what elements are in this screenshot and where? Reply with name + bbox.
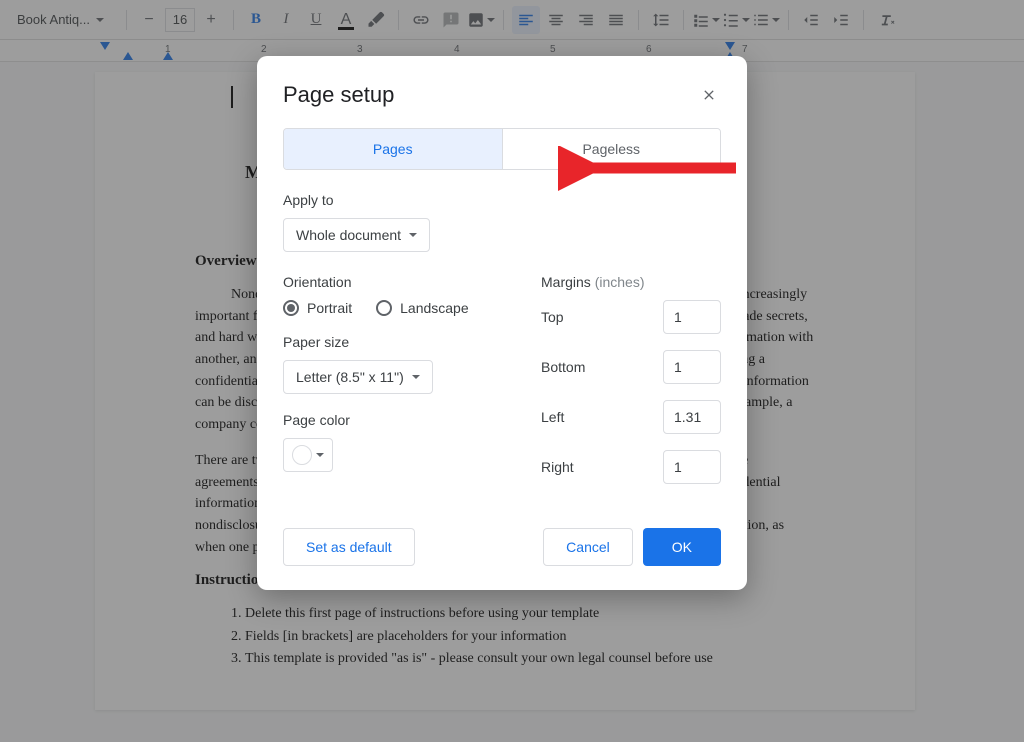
color-swatch-icon xyxy=(292,445,312,465)
cancel-button[interactable]: Cancel xyxy=(543,528,633,566)
apply-to-value: Whole document xyxy=(296,227,401,243)
page-setup-dialog: Page setup Pages Pageless Apply to Whole… xyxy=(257,56,747,590)
margin-right-label: Right xyxy=(541,459,574,475)
caret-down-icon xyxy=(409,233,417,237)
ok-button[interactable]: OK xyxy=(643,528,721,566)
margin-top-input[interactable] xyxy=(663,300,721,334)
margin-top-label: Top xyxy=(541,309,564,325)
page-color-label: Page color xyxy=(283,412,501,428)
apply-to-label: Apply to xyxy=(283,192,721,208)
paper-size-value: Letter (8.5" x 11") xyxy=(296,369,404,385)
dialog-title: Page setup xyxy=(283,82,394,108)
landscape-label: Landscape xyxy=(400,300,469,316)
caret-down-icon xyxy=(316,453,324,457)
margin-bottom-input[interactable] xyxy=(663,350,721,384)
apply-to-dropdown[interactable]: Whole document xyxy=(283,218,430,252)
tab-row: Pages Pageless xyxy=(283,128,721,170)
margin-right-input[interactable] xyxy=(663,450,721,484)
margin-left-input[interactable] xyxy=(663,400,721,434)
tab-pageless[interactable]: Pageless xyxy=(502,129,721,169)
radio-icon xyxy=(283,300,299,316)
portrait-label: Portrait xyxy=(307,300,352,316)
orientation-landscape-radio[interactable]: Landscape xyxy=(376,300,469,316)
paper-size-dropdown[interactable]: Letter (8.5" x 11") xyxy=(283,360,433,394)
close-icon xyxy=(701,87,717,103)
tab-pages[interactable]: Pages xyxy=(284,129,502,169)
margin-bottom-label: Bottom xyxy=(541,359,585,375)
set-as-default-button[interactable]: Set as default xyxy=(283,528,415,566)
page-color-picker[interactable] xyxy=(283,438,333,472)
radio-icon xyxy=(376,300,392,316)
margins-label: Margins (inches) xyxy=(541,274,721,290)
paper-size-label: Paper size xyxy=(283,334,501,350)
margin-left-label: Left xyxy=(541,409,564,425)
caret-down-icon xyxy=(412,375,420,379)
close-button[interactable] xyxy=(697,83,721,107)
orientation-label: Orientation xyxy=(283,274,501,290)
orientation-portrait-radio[interactable]: Portrait xyxy=(283,300,352,316)
